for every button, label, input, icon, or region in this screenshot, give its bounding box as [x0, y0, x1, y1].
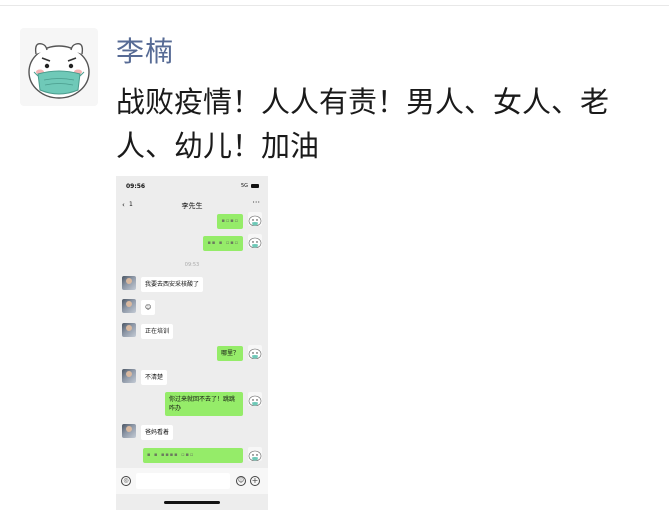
post-text: 战败疫情！人人有责！男人、女人、老人、幼儿！加油 — [116, 85, 610, 163]
message-bubble-in: 爸妈看着 — [141, 425, 174, 440]
my-avatar — [248, 392, 262, 406]
my-avatar — [248, 345, 262, 359]
top-divider — [0, 5, 669, 6]
poster-avatar[interactable] — [20, 28, 98, 106]
status-time: 09:56 — [126, 183, 146, 190]
chat-input-field — [136, 473, 230, 489]
battery-icon — [251, 184, 259, 188]
signal-icon: 5G — [240, 183, 248, 189]
emoji-icon: ☺ — [236, 476, 246, 486]
my-avatar — [248, 212, 262, 226]
more-icon: ··· — [252, 198, 260, 207]
message-bubble-out: 哪里？ — [216, 346, 243, 361]
contact-name: 李先生 — [181, 202, 203, 210]
friend-avatar — [122, 299, 136, 313]
home-indicator — [164, 501, 220, 504]
message-bubble-out: ▪▪ ▪ ▫▪▫ — [203, 236, 243, 251]
voice-icon: ◎ — [121, 476, 131, 486]
chat-input-bar: ◎ ☺ + — [116, 468, 268, 494]
chat-header: ‹ 1 李先生 ··· — [116, 198, 268, 214]
my-avatar — [248, 234, 262, 248]
message-bubble-out: ▪▫▪▫ — [217, 214, 243, 229]
message-bubble-out: ▪ ▪ ▪▪▪▪ ▫▪▫ — [143, 448, 243, 463]
friend-avatar — [122, 424, 136, 438]
friend-avatar — [122, 369, 136, 383]
message-bubble-out: 你过来就回不去了！跳跳咋办 — [165, 392, 243, 416]
post-image-chat-screenshot[interactable]: 09:56 5G ‹ 1 李先生 ··· ▪▫▪▫ ▪▪ ▪ ▫▪▫ 09:53… — [116, 176, 268, 510]
my-avatar — [248, 447, 262, 461]
plus-icon: + — [250, 476, 260, 486]
message-bubble-in: 正在培训 — [141, 324, 174, 339]
mask-character-icon — [28, 43, 90, 99]
message-bubble-in: 不清楚 — [141, 370, 168, 385]
friend-avatar — [122, 276, 136, 290]
message-bubble-in: 😊 — [141, 300, 156, 315]
poster-name[interactable]: 李楠 — [116, 30, 174, 70]
message-bubble-in: 我要去西安采核酸了 — [141, 277, 204, 292]
status-bar: 09:56 5G — [116, 176, 268, 196]
friend-avatar — [122, 323, 136, 337]
message-time-divider: 09:53 — [184, 262, 200, 268]
